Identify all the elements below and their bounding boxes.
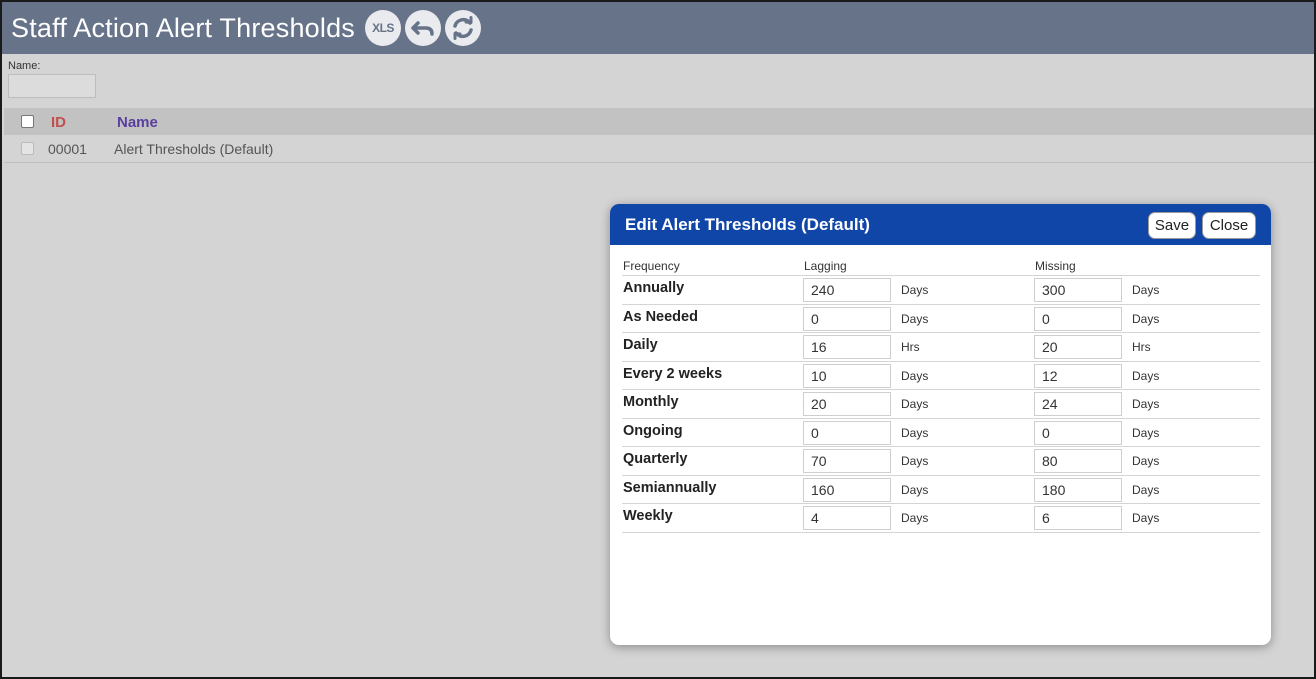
lagging-input[interactable] bbox=[803, 477, 891, 502]
frequency-label: Semiannually bbox=[623, 479, 717, 496]
refresh-button[interactable] bbox=[445, 10, 481, 46]
name-filter: Name: bbox=[8, 60, 96, 98]
select-all-checkbox[interactable] bbox=[21, 115, 34, 128]
lagging-unit: Days bbox=[901, 283, 929, 297]
save-button[interactable]: Save bbox=[1148, 212, 1196, 239]
threshold-row: Semiannually Days Days bbox=[622, 476, 1260, 504]
lagging-unit: Days bbox=[901, 368, 929, 383]
missing-input[interactable] bbox=[1034, 363, 1122, 388]
threshold-row: Daily Hrs Hrs bbox=[622, 333, 1260, 362]
missing-unit: Days bbox=[1132, 311, 1160, 326]
frequency-label: As Needed bbox=[623, 308, 698, 325]
row-name: Alert Thresholds (Default) bbox=[114, 141, 274, 157]
frequency-label: Monthly bbox=[623, 394, 679, 410]
back-button[interactable] bbox=[405, 10, 441, 46]
refresh-icon bbox=[453, 16, 473, 40]
frequency-label: Daily bbox=[623, 337, 658, 353]
missing-unit: Hrs bbox=[1132, 340, 1151, 354]
dialog-title: Edit Alert Thresholds (Default) bbox=[625, 214, 870, 234]
edit-thresholds-dialog: Edit Alert Thresholds (Default) Save Clo… bbox=[610, 204, 1271, 645]
missing-unit: Days bbox=[1132, 283, 1160, 297]
lagging-input[interactable] bbox=[803, 278, 891, 302]
lagging-unit: Days bbox=[901, 454, 929, 468]
missing-unit: Days bbox=[1132, 482, 1160, 497]
threshold-row: Monthly Days Days bbox=[622, 390, 1260, 419]
frequency-header: Frequency bbox=[623, 259, 680, 273]
threshold-row: Weekly Days Days bbox=[622, 504, 1260, 533]
name-filter-label: Name: bbox=[8, 60, 41, 72]
lagging-input[interactable] bbox=[803, 506, 891, 530]
frequency-label: Annually bbox=[623, 280, 685, 296]
missing-unit: Days bbox=[1132, 397, 1160, 411]
threshold-row: Quarterly Days Days bbox=[622, 447, 1260, 476]
undo-arrow-icon bbox=[411, 21, 434, 36]
lagging-header: Lagging bbox=[804, 259, 847, 273]
lagging-unit: Days bbox=[901, 311, 929, 326]
close-button[interactable]: Close bbox=[1202, 212, 1256, 239]
threshold-row: As Needed Days Days bbox=[622, 305, 1260, 333]
lagging-unit: Days bbox=[901, 482, 929, 497]
missing-input[interactable] bbox=[1034, 506, 1122, 530]
xls-icon: XLS bbox=[372, 21, 394, 35]
dialog-header: Edit Alert Thresholds (Default) Save Clo… bbox=[610, 204, 1271, 245]
page-title: Staff Action Alert Thresholds bbox=[11, 12, 355, 43]
lagging-unit: Days bbox=[901, 511, 929, 525]
missing-input[interactable] bbox=[1034, 306, 1122, 331]
lagging-unit: Days bbox=[901, 425, 929, 440]
missing-input[interactable] bbox=[1034, 278, 1122, 302]
lagging-input[interactable] bbox=[803, 335, 891, 359]
lagging-input[interactable] bbox=[803, 420, 891, 445]
missing-header: Missing bbox=[1035, 259, 1076, 273]
name-filter-input[interactable] bbox=[8, 74, 96, 98]
row-checkbox[interactable] bbox=[21, 142, 34, 155]
missing-input[interactable] bbox=[1034, 449, 1122, 473]
frequency-label: Every 2 weeks bbox=[623, 365, 723, 382]
frequency-label: Weekly bbox=[623, 508, 673, 524]
table-row[interactable]: 00001 Alert Thresholds (Default) bbox=[4, 135, 1314, 163]
frequency-label: Ongoing bbox=[623, 422, 683, 439]
row-id: 00001 bbox=[48, 141, 87, 157]
lagging-unit: Hrs bbox=[901, 340, 920, 354]
page-header: Staff Action Alert Thresholds XLS bbox=[2, 2, 1314, 54]
missing-input[interactable] bbox=[1034, 335, 1122, 359]
export-xls-button[interactable]: XLS bbox=[365, 10, 401, 46]
lagging-input[interactable] bbox=[803, 449, 891, 473]
lagging-input[interactable] bbox=[803, 363, 891, 388]
lagging-input[interactable] bbox=[803, 306, 891, 331]
threshold-row: Annually Days Days bbox=[622, 276, 1260, 305]
grid-header: ID Name bbox=[4, 108, 1314, 135]
thresholds-table: Frequency Lagging Missing Annually Days Da… bbox=[622, 256, 1260, 533]
missing-unit: Days bbox=[1132, 425, 1160, 440]
frequency-label: Quarterly bbox=[623, 451, 688, 467]
missing-unit: Days bbox=[1132, 368, 1160, 383]
thresholds-header-row: Frequency Lagging Missing bbox=[622, 256, 1260, 276]
lagging-input[interactable] bbox=[803, 392, 891, 416]
missing-input[interactable] bbox=[1034, 420, 1122, 445]
missing-input[interactable] bbox=[1034, 477, 1122, 502]
column-header-id[interactable]: ID bbox=[51, 114, 66, 131]
column-header-name[interactable]: Name bbox=[117, 114, 158, 131]
threshold-row: Every 2 weeks Days Days bbox=[622, 362, 1260, 390]
missing-unit: Days bbox=[1132, 511, 1160, 525]
missing-input[interactable] bbox=[1034, 392, 1122, 416]
threshold-row: Ongoing Days Days bbox=[622, 419, 1260, 447]
missing-unit: Days bbox=[1132, 454, 1160, 468]
lagging-unit: Days bbox=[901, 397, 929, 411]
